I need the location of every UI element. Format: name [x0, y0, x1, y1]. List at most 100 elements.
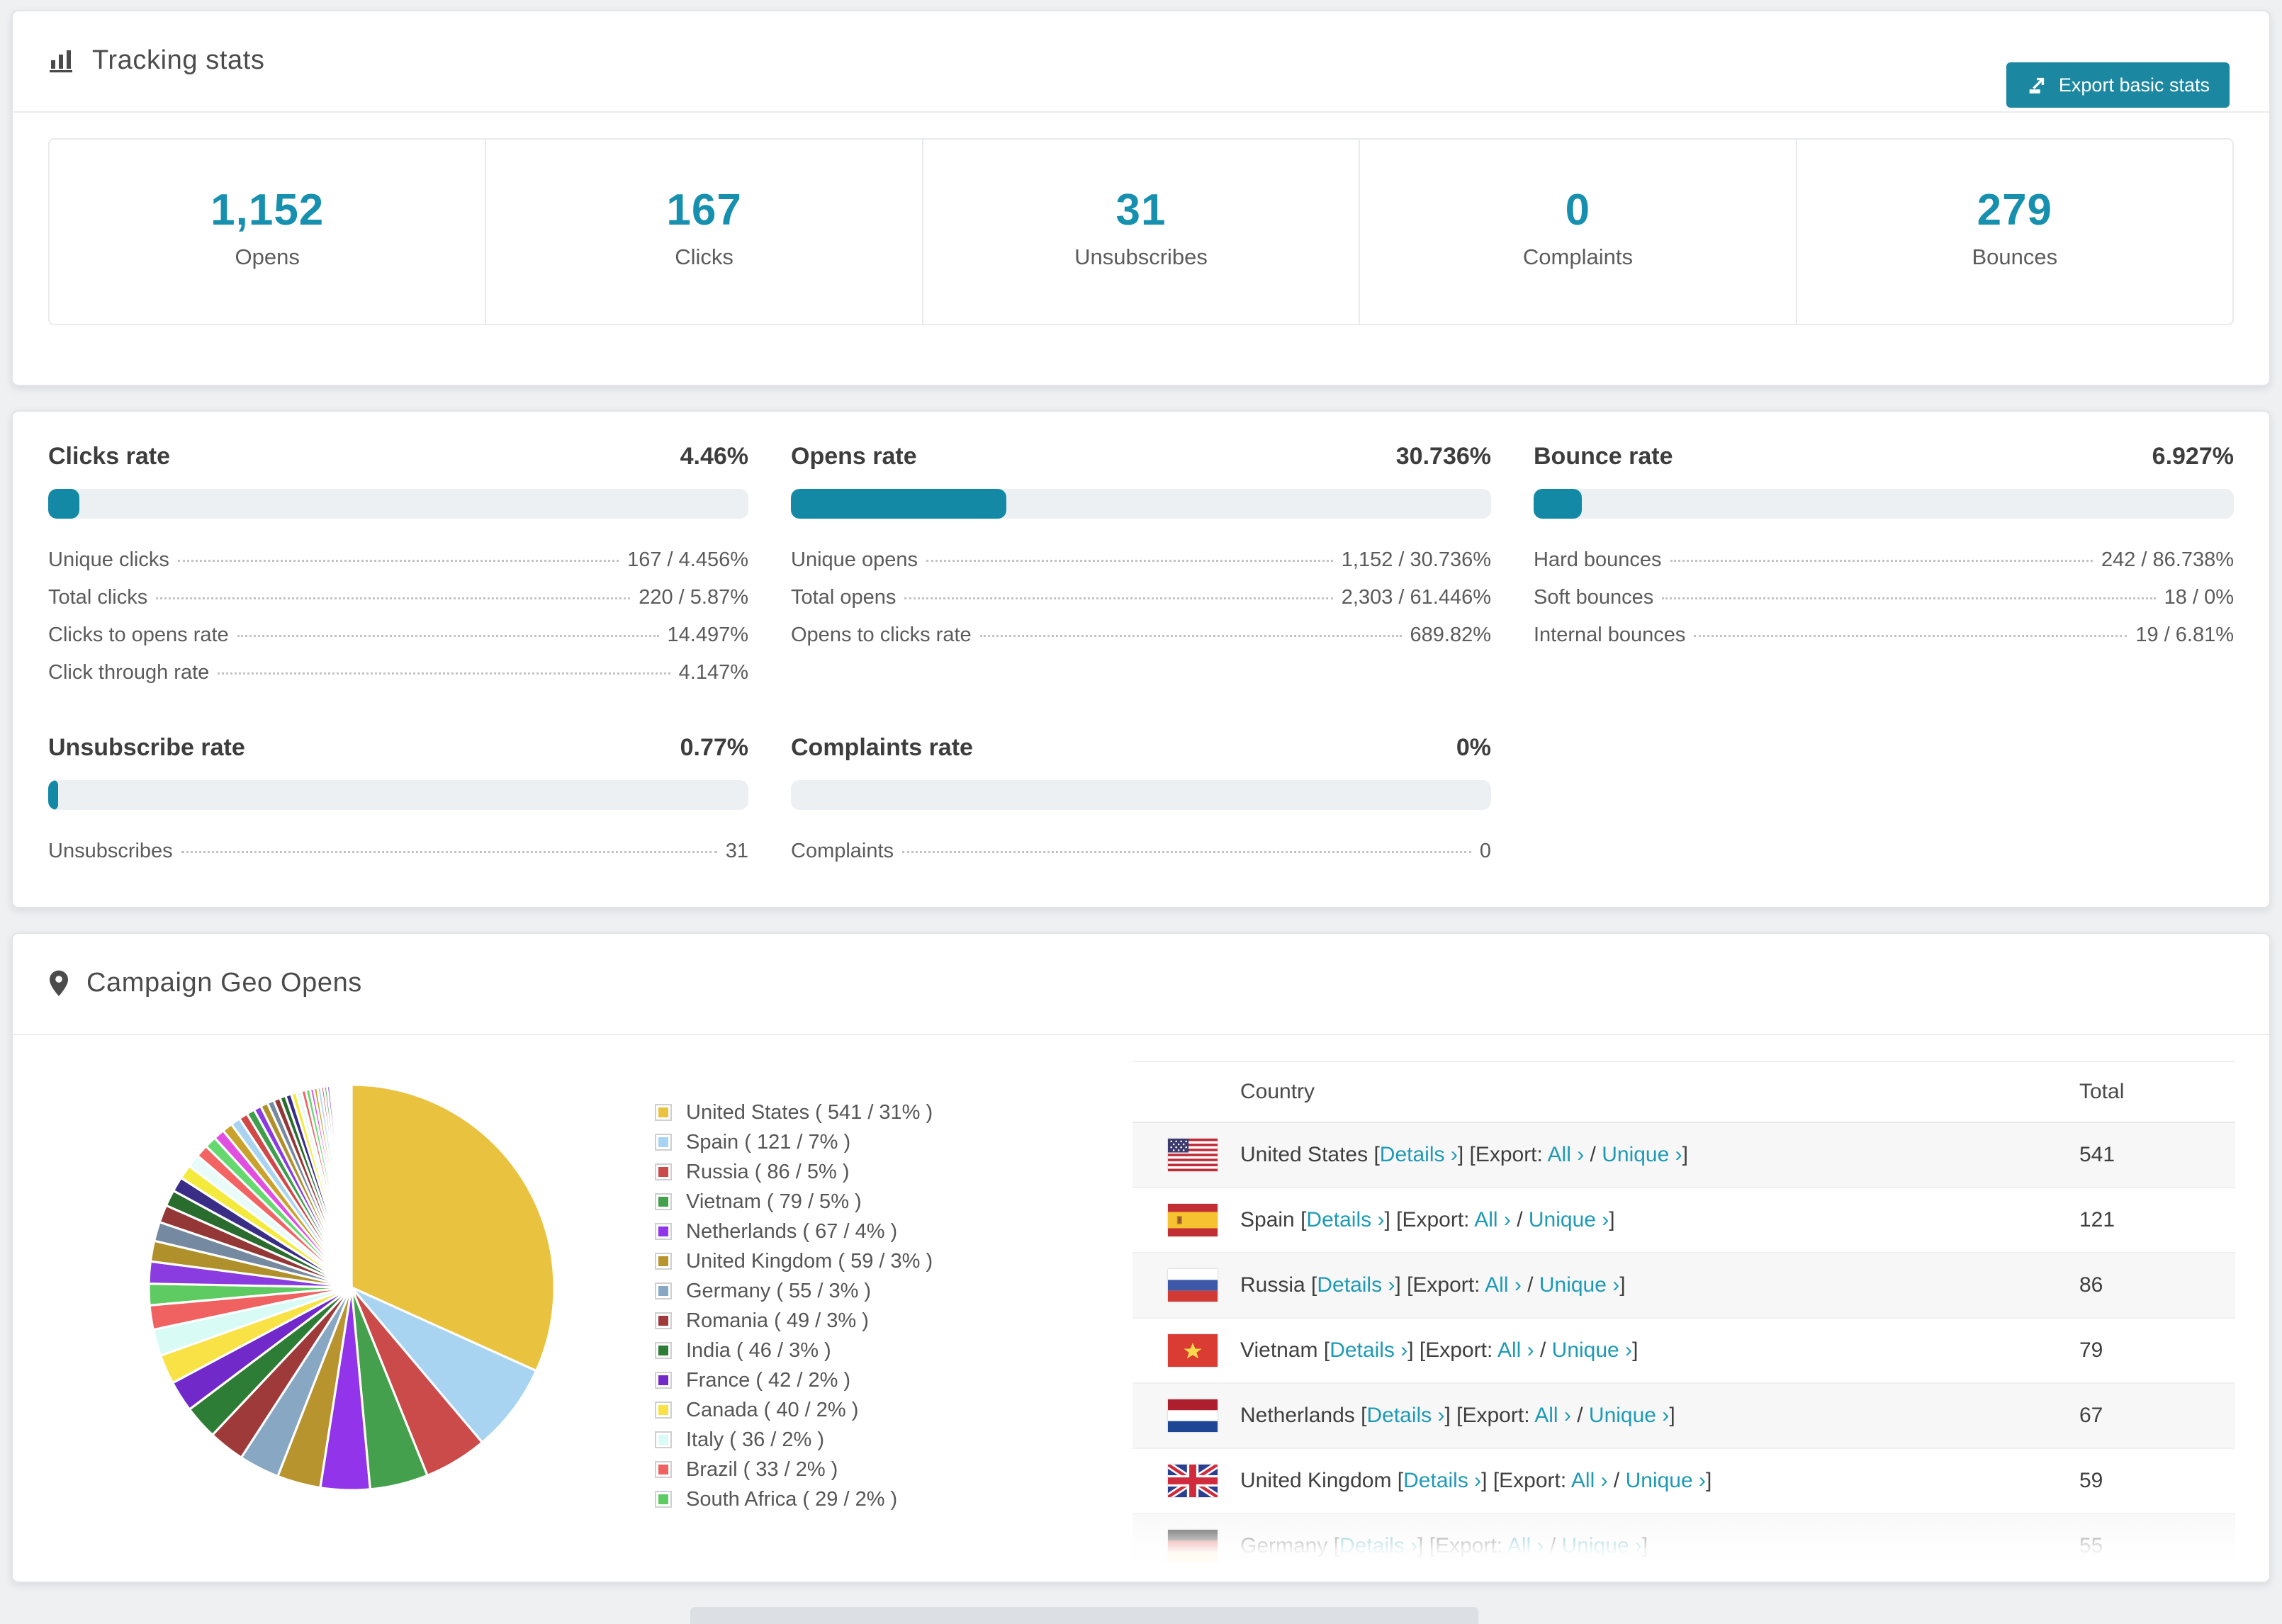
rate-row: Click through rate 4.147% [48, 654, 748, 692]
dotted-leader [926, 560, 1333, 562]
total-cell: 121 [2079, 1208, 2115, 1231]
progress-bar-unsubscribe [48, 780, 748, 810]
legend-swatch [655, 1312, 672, 1329]
geo-row-vn: Vietnam [Details ›] [Export: All › / Uni… [1132, 1319, 2235, 1384]
rate-row-value: 2,303 / 61.446% [1341, 586, 1491, 609]
legend-swatch [655, 1461, 672, 1478]
legend-item-russia[interactable]: Russia ( 86 / 5% ) [655, 1157, 1080, 1187]
details-link[interactable]: Details › [1339, 1534, 1417, 1557]
export-all-link[interactable]: All › [1474, 1208, 1511, 1231]
country-column-header: Country [1240, 1080, 1315, 1103]
export-all-link[interactable]: All › [1548, 1143, 1585, 1166]
geo-table-body: United States [Details ›] [Export: All ›… [1132, 1123, 2235, 1579]
tracking-stats-card: Tracking stats Export basic stats 1,152 … [11, 10, 2271, 386]
legend-item-south-africa[interactable]: South Africa ( 29 / 2% ) [655, 1484, 1080, 1514]
rate-row: Clicks to opens rate 14.497% [48, 616, 748, 654]
legend-item-netherlands[interactable]: Netherlands ( 67 / 4% ) [655, 1217, 1080, 1246]
export-unique-link[interactable]: Unique › [1562, 1534, 1642, 1557]
total-cell: 67 [2079, 1404, 2103, 1427]
legend-swatch [655, 1253, 672, 1270]
legend-swatch [655, 1193, 672, 1210]
rate-panel-title: Opens rate [791, 443, 917, 470]
export-unique-link[interactable]: Unique › [1552, 1338, 1632, 1362]
legend-item-spain[interactable]: Spain ( 121 / 7% ) [655, 1127, 1080, 1157]
legend-item-united-kingdom[interactable]: United Kingdom ( 59 / 3% ) [655, 1246, 1080, 1276]
rate-row-value: 31 [725, 840, 748, 862]
rates-grid: Clicks rate 4.46% Unique clicks 167 / 4.… [13, 412, 2269, 907]
export-unique-link[interactable]: Unique › [1626, 1469, 1706, 1492]
export-unique-link[interactable]: Unique › [1539, 1273, 1619, 1297]
export-button-label: Export basic stats [2058, 74, 2210, 96]
progress-bar-opens [791, 489, 1491, 519]
geo-pie-chart[interactable] [145, 1081, 558, 1494]
rate-panel-title: Unsubscribe rate [48, 734, 245, 761]
export-all-link[interactable]: All › [1534, 1404, 1571, 1427]
legend-item-canada[interactable]: Canada ( 40 / 2% ) [655, 1395, 1080, 1425]
slash-separator: / [1570, 1404, 1589, 1427]
rate-row-value: 14.497% [667, 624, 749, 646]
map-pin-icon [48, 969, 69, 998]
export-all-link[interactable]: All › [1497, 1338, 1534, 1362]
rates-card: Clicks rate 4.46% Unique clicks 167 / 4.… [11, 410, 2271, 908]
geo-table-header: Country Total [1132, 1061, 2235, 1123]
legend-item-france[interactable]: France ( 42 / 2% ) [655, 1365, 1080, 1395]
total-cell: 79 [2079, 1338, 2103, 1362]
dotted-leader [1662, 597, 2156, 599]
export-unique-link[interactable]: Unique › [1602, 1143, 1682, 1166]
rate-row-label: Complaints [791, 840, 894, 862]
legend-item-vietnam[interactable]: Vietnam ( 79 / 5% ) [655, 1187, 1080, 1217]
rate-panel-percent: 0% [1456, 734, 1491, 761]
total-cell: 55 [2079, 1534, 2103, 1557]
rate-panel-percent: 6.927% [2152, 443, 2234, 470]
slash-separator: / [1584, 1143, 1602, 1166]
legend-item-united-states[interactable]: United States ( 541 / 31% ) [655, 1098, 1080, 1127]
export-all-link[interactable]: All › [1571, 1469, 1608, 1492]
export-unique-link[interactable]: Unique › [1589, 1404, 1669, 1427]
rate-row-label: Unique opens [791, 548, 918, 571]
legend-item-romania[interactable]: Romania ( 49 / 3% ) [655, 1306, 1080, 1336]
rate-row: Unsubscribes 31 [48, 833, 748, 870]
legend-swatch [655, 1282, 672, 1299]
pie-slice[interactable] [349, 1083, 353, 1288]
legend-label: France ( 42 / 2% ) [686, 1368, 851, 1392]
bracket: ] [Export: [1457, 1143, 1548, 1166]
stat-opens: 1,152 Opens [48, 138, 487, 325]
details-link[interactable]: Details › [1330, 1338, 1407, 1362]
details-link[interactable]: Details › [1366, 1404, 1444, 1427]
legend-label: South Africa ( 29 / 2% ) [686, 1487, 898, 1511]
bracket: [ [1333, 1534, 1340, 1557]
stat-complaints-label: Complaints [1522, 244, 1633, 269]
geo-pie-wrap [145, 1081, 558, 1579]
rate-row-label: Opens to clicks rate [791, 624, 972, 646]
rate-row-value: 689.82% [1410, 624, 1492, 646]
dotted-leader [181, 851, 717, 853]
bracket: ] [1632, 1338, 1639, 1362]
progress-bar-fill [1534, 489, 1583, 519]
legend-item-germany[interactable]: Germany ( 55 / 3% ) [655, 1276, 1080, 1306]
details-link[interactable]: Details › [1403, 1469, 1481, 1492]
legend-swatch [655, 1223, 672, 1240]
bar-chart-icon [48, 47, 75, 74]
country-cell: Vietnam [Details ›] [Export: All › / Uni… [1240, 1338, 1639, 1362]
export-all-link[interactable]: All › [1507, 1534, 1544, 1557]
page-bottom-strip [690, 1607, 1478, 1624]
legend-item-brazil[interactable]: Brazil ( 33 / 2% ) [655, 1455, 1080, 1484]
export-basic-stats-button[interactable]: Export basic stats [2006, 62, 2230, 108]
legend-item-italy[interactable]: Italy ( 36 / 2% ) [655, 1425, 1080, 1455]
bracket: [ [1323, 1338, 1330, 1362]
progress-bar-fill [791, 489, 1006, 519]
legend-item-india[interactable]: India ( 46 / 3% ) [655, 1336, 1080, 1365]
progress-bar-fill [48, 780, 58, 810]
rate-panel-title: Bounce rate [1534, 443, 1673, 470]
details-link[interactable]: Details › [1380, 1143, 1458, 1166]
stat-complaints-value: 0 [1565, 186, 1591, 235]
export-unique-link[interactable]: Unique › [1529, 1208, 1609, 1231]
rate-row-label: Click through rate [48, 661, 210, 684]
export-all-link[interactable]: All › [1485, 1273, 1522, 1297]
rate-row-label: Internal bounces [1534, 624, 1686, 646]
legend-swatch [655, 1104, 672, 1121]
stat-bounces-label: Bounces [1972, 244, 2058, 269]
legend-label: Canada ( 40 / 2% ) [686, 1398, 859, 1421]
details-link[interactable]: Details › [1317, 1273, 1395, 1297]
details-link[interactable]: Details › [1306, 1208, 1384, 1231]
